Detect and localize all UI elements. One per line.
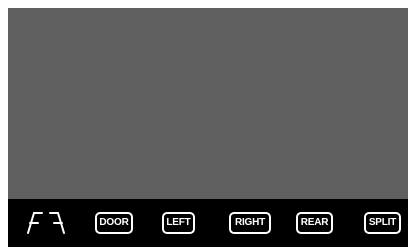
right-view-button[interactable]: RIGHT [229, 212, 271, 234]
parking-guide-lines-icon[interactable] [24, 209, 68, 237]
top-text-fragment [120, 0, 190, 4]
top-strip [0, 0, 416, 8]
rear-view-button[interactable]: REAR [296, 212, 333, 234]
split-view-button[interactable]: SPLIT [364, 212, 401, 234]
camera-control-bar: DOOR LEFT RIGHT REAR SPLIT [8, 199, 408, 247]
door-view-button[interactable]: DOOR [95, 212, 133, 234]
parking-guide-lines-icon-graphic [27, 212, 65, 234]
camera-view-screen [8, 8, 408, 199]
left-view-button[interactable]: LEFT [162, 212, 195, 234]
camera-display-frame: DOOR LEFT RIGHT REAR SPLIT [0, 0, 416, 247]
